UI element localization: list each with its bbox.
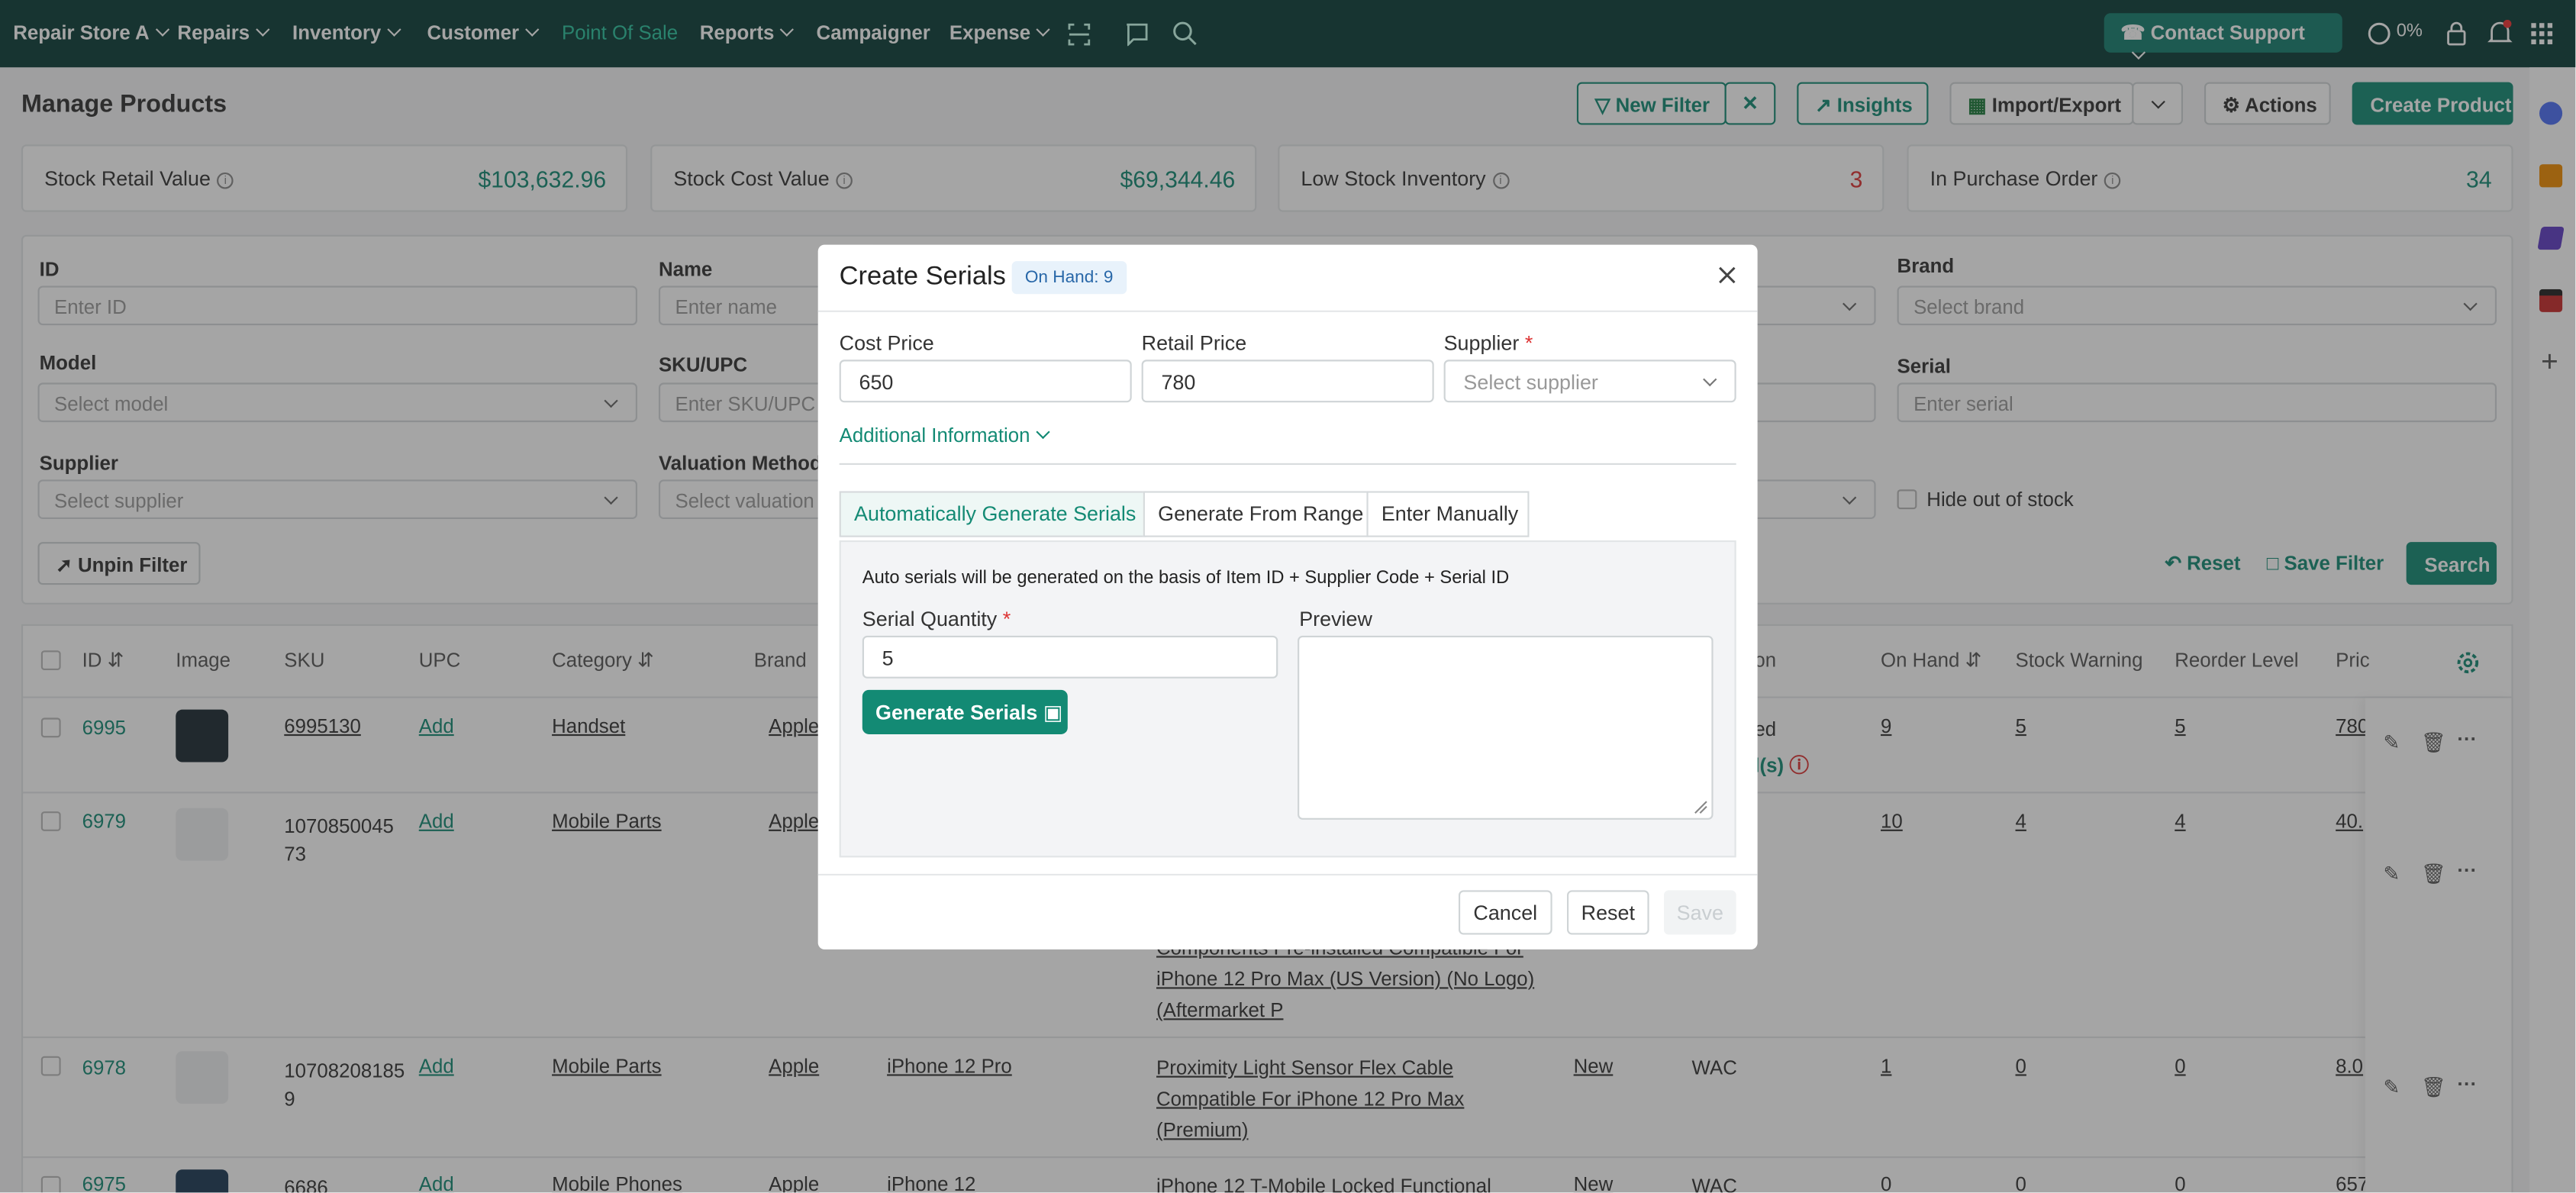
supplier-placeholder: Select supplier (1463, 371, 1598, 395)
preview-label: Preview (1299, 608, 1372, 631)
tab-enter-manually[interactable]: Enter Manually (1366, 491, 1530, 537)
on-hand-badge: On Hand: 9 (1011, 261, 1127, 295)
serial-quantity-label: Serial Quantity * (862, 608, 1011, 631)
tab-generate-from-range[interactable]: Generate From Range (1143, 491, 1369, 537)
barcode-icon: ▣ (1043, 701, 1063, 725)
cost-price-input[interactable]: 650 (839, 360, 1132, 403)
resize-handle-icon[interactable] (1694, 800, 1708, 814)
modal-title: Create Serials (839, 263, 1006, 291)
supplier-label-text: Supplier (1443, 331, 1520, 355)
generate-label: Generate Serials (875, 701, 1038, 725)
supplier-select[interactable]: Select supplier (1443, 360, 1736, 403)
save-button[interactable]: Save (1663, 890, 1736, 935)
supplier-label: Supplier * (1443, 331, 1533, 355)
additional-information-toggle[interactable]: Additional Information (839, 424, 1050, 447)
auto-serials-note: Auto serials will be generated on the ba… (862, 568, 1510, 588)
close-icon[interactable] (1718, 266, 1736, 285)
cancel-button[interactable]: Cancel (1458, 890, 1552, 935)
auto-serials-panel: Auto serials will be generated on the ba… (839, 540, 1736, 858)
cost-price-label: Cost Price (839, 331, 934, 355)
reset-button[interactable]: Reset (1567, 890, 1649, 935)
retail-price-label: Retail Price (1141, 331, 1247, 355)
create-serials-modal: Create Serials On Hand: 9 Cost Price 650… (817, 244, 1758, 950)
serial-quantity-input[interactable]: 5 (862, 635, 1278, 679)
preview-textarea[interactable] (1298, 635, 1714, 820)
retail-price-input[interactable]: 780 (1141, 360, 1434, 403)
qty-label-text: Serial Quantity (862, 608, 998, 631)
generate-serials-button[interactable]: Generate Serials ▣ (862, 689, 1068, 734)
tab-auto-generate[interactable]: Automatically Generate Serials (839, 491, 1147, 537)
additional-label: Additional Information (839, 424, 1030, 447)
